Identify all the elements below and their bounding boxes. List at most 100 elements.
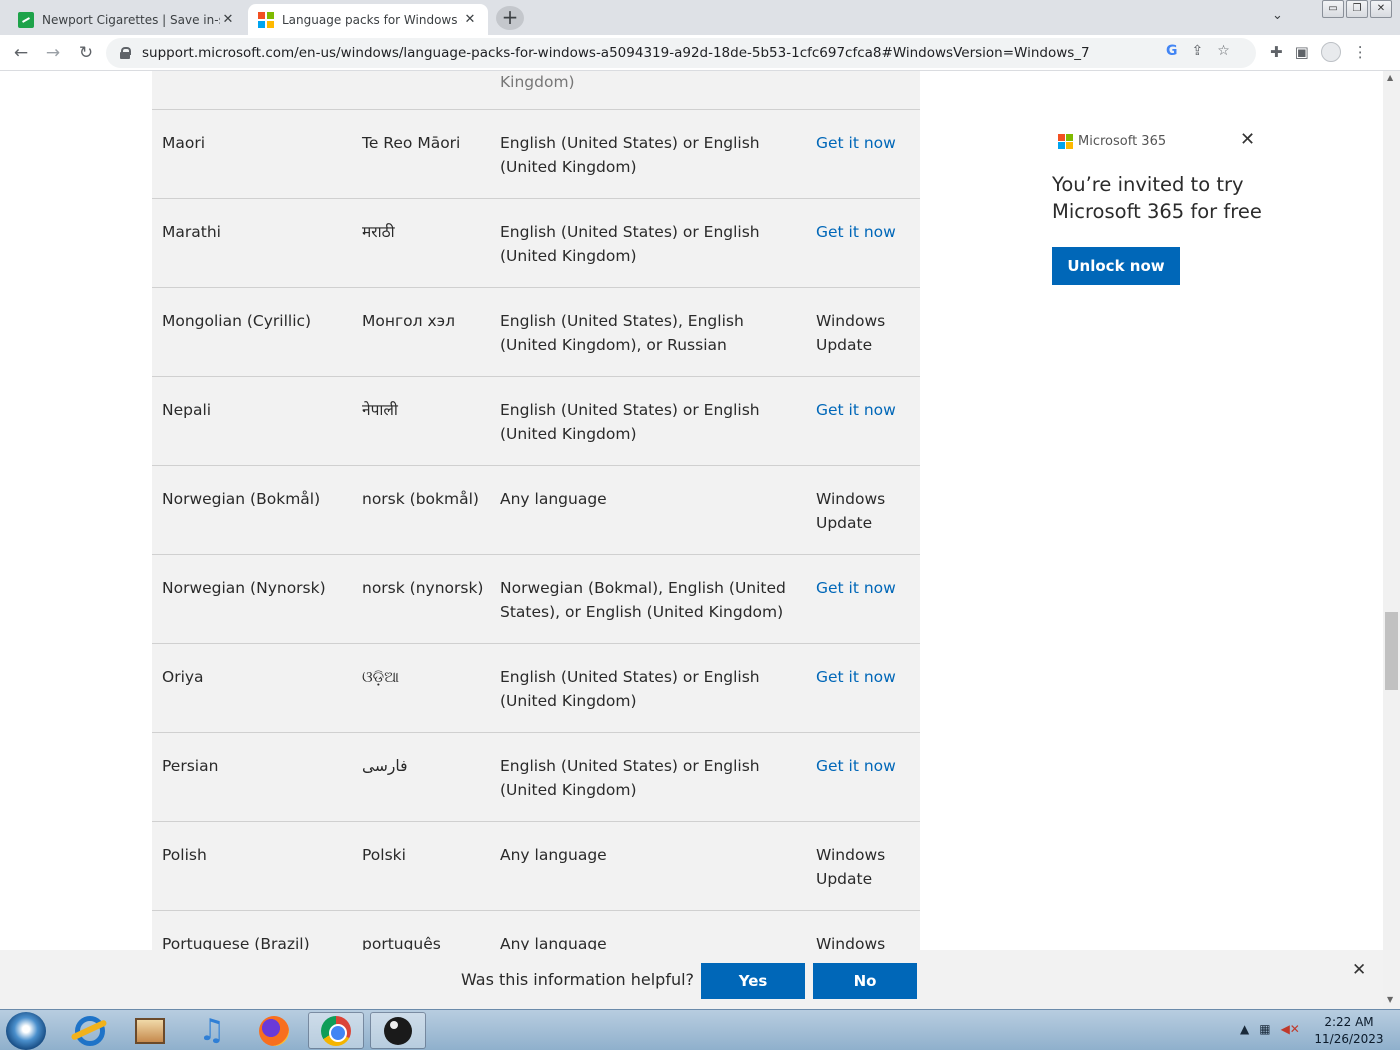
language-cell: Persian <box>162 757 219 775</box>
get-it-now-link[interactable]: Get it now <box>816 754 916 778</box>
feedback-close-icon[interactable]: ✕ <box>1352 960 1366 980</box>
microsoft-logo-icon <box>1058 134 1073 149</box>
reload-icon[interactable]: ↻ <box>74 41 98 65</box>
google-icon[interactable]: G <box>1166 43 1178 59</box>
language-cell: Norwegian (Bokmål) <box>162 490 321 508</box>
get-it-now-link[interactable]: Get it now <box>816 665 916 689</box>
scrollbar-thumb[interactable] <box>1385 612 1398 690</box>
get-it-now-link[interactable]: Get it now <box>816 576 916 600</box>
side-panel-icon[interactable]: ▣ <box>1295 43 1309 61</box>
native-name-cell: norsk (bokmål) <box>362 490 479 508</box>
volume-muted-icon[interactable]: ◀✕ <box>1281 1022 1300 1036</box>
language-cell: Polish <box>162 846 207 864</box>
taskbar-itunes[interactable]: ♫ <box>184 1012 240 1049</box>
ad-headline: You’re invited to try Microsoft 365 for … <box>1052 173 1262 223</box>
forward-arrow-icon[interactable]: → <box>41 41 65 65</box>
page-viewport: Kingdom) Maori Te Reo Māori English (United… <box>0 71 1383 950</box>
tab-close-icon[interactable]: ✕ <box>462 12 478 27</box>
microsoft-365-ad: Microsoft 365 ✕ You’re invited to try Mi… <box>1040 121 1270 285</box>
tab-strip: Newport Cigarettes | Save in-sto ✕ Langu… <box>0 0 1400 35</box>
taskbar-firefox[interactable] <box>246 1012 302 1049</box>
bookmark-star-icon[interactable]: ☆ <box>1217 43 1230 59</box>
availability-cell: Windows Update <box>816 935 886 950</box>
close-window-button[interactable]: ✕ <box>1370 0 1392 18</box>
feedback-question: Was this information helpful? <box>461 970 695 989</box>
base-language-cell: Any language <box>500 490 607 508</box>
get-it-now-link[interactable]: Get it now <box>816 398 916 422</box>
base-language-cell: English (United States) or English (Unit… <box>500 401 760 443</box>
taskbar-app[interactable] <box>370 1012 426 1049</box>
address-bar[interactable]: support.microsoft.com/en-us/windows/lang… <box>106 38 1256 68</box>
native-name-cell: नेपाली <box>362 401 398 419</box>
unlock-now-button[interactable]: Unlock now <box>1052 247 1180 285</box>
table-row: Oriya ଓଡ଼ିଆ English (United States) or Eng… <box>152 644 920 733</box>
base-language-cell: English (United States) or English (Unit… <box>500 134 760 176</box>
omnibox-actions: G ⇪ ☆ <box>1166 43 1230 59</box>
start-button[interactable] <box>6 1012 46 1050</box>
feedback-no-button[interactable]: No <box>813 963 917 999</box>
native-name-cell: मराठी <box>362 223 395 241</box>
get-it-now-link[interactable]: Get it now <box>816 131 916 155</box>
url-text[interactable]: support.microsoft.com/en-us/windows/lang… <box>142 45 1090 61</box>
taskbar-chrome[interactable] <box>308 1012 364 1049</box>
minimize-button[interactable]: ▭ <box>1322 0 1344 18</box>
internet-explorer-icon <box>75 1015 105 1046</box>
taskbar-media-center[interactable] <box>122 1012 178 1049</box>
kebab-menu-icon[interactable]: ⋮ <box>1353 43 1368 61</box>
ad-close-icon[interactable]: ✕ <box>1240 129 1255 150</box>
tab-language-packs[interactable]: Language packs for Windows - M ✕ <box>248 4 488 35</box>
base-language-cell: Any language <box>500 846 607 864</box>
language-cell: Norwegian (Nynorsk) <box>162 579 326 597</box>
base-language-cell: Norwegian (Bokmal), English (United Stat… <box>500 579 786 621</box>
native-name-cell: ଓଡ଼ିଆ <box>362 668 400 686</box>
native-name-cell: Te Reo Māori <box>362 134 461 152</box>
language-cell: Mongolian (Cyrillic) <box>162 312 312 330</box>
share-icon[interactable]: ⇪ <box>1192 43 1204 59</box>
scroll-up-arrow-icon[interactable]: ▲ <box>1387 73 1393 82</box>
language-cell: Nepali <box>162 401 212 419</box>
native-name-cell: Монгол хэл <box>362 312 456 330</box>
availability-cell: Windows Update <box>816 490 886 532</box>
back-arrow-icon[interactable]: ← <box>9 41 33 65</box>
language-cell: Portuguese (Brazil) <box>162 935 310 950</box>
table-row: Maori Te Reo Māori English (United States)… <box>152 110 920 199</box>
taskbar-internet-explorer[interactable] <box>62 1012 118 1049</box>
get-it-now-link[interactable]: Get it now <box>816 220 916 244</box>
tab-newport[interactable]: Newport Cigarettes | Save in-sto ✕ <box>8 4 246 35</box>
language-packs-table: Kingdom) Maori Te Reo Māori English (United… <box>152 71 920 950</box>
feedback-yes-button[interactable]: Yes <box>701 963 805 999</box>
show-hidden-icons-icon[interactable]: ▲ <box>1240 1022 1249 1036</box>
firefox-icon <box>259 1015 289 1046</box>
network-icon[interactable]: ▦ <box>1259 1022 1270 1036</box>
lock-icon[interactable] <box>120 47 131 59</box>
extensions-puzzle-icon[interactable]: ✚ <box>1270 43 1283 61</box>
table-row: Norwegian (Bokmål) norsk (bokmål) Any lang… <box>152 466 920 555</box>
language-cell: Maori <box>162 134 206 152</box>
base-language-cell: English (United States) or English (Unit… <box>500 757 760 799</box>
tab-close-icon[interactable]: ✕ <box>220 12 236 27</box>
table-row: Nepali नेपाली English (United States) or E… <box>152 377 920 466</box>
table-row: Marathi मराठी English (United States) or E… <box>152 199 920 288</box>
restore-button[interactable]: ❐ <box>1346 0 1368 18</box>
table-row: Polish Polski Any language Windows Update <box>152 822 920 911</box>
microsoft-favicon-icon <box>258 11 274 28</box>
base-language-cell: Any language <box>500 935 607 950</box>
profile-avatar-icon[interactable] <box>1320 42 1341 62</box>
base-language-cell: Kingdom) <box>500 73 575 91</box>
app-icon <box>384 1016 412 1045</box>
language-cell: Marathi <box>162 223 221 241</box>
tab-search-chevron-icon[interactable]: ⌄ <box>1272 8 1283 23</box>
windows-taskbar: ♫ ▲ ▦ ◀✕ 2:22 AM 11/26/2023 <box>0 1009 1400 1050</box>
clock-time: 2:22 AM <box>1324 1015 1374 1029</box>
table-row: Persian فارسی English (United States) or E… <box>152 733 920 822</box>
new-tab-button[interactable]: + <box>496 6 524 30</box>
tab-title: Language packs for Windows - M <box>282 12 462 27</box>
native-name-cell: فارسی <box>362 757 408 775</box>
feedback-bar: Was this information helpful? Yes No ✕ <box>0 950 1383 1009</box>
table-row: Kingdom) <box>152 71 920 110</box>
taskbar-clock[interactable]: 2:22 AM 11/26/2023 <box>1312 1014 1386 1048</box>
table-row: Mongolian (Cyrillic) Монгол хэл English (U… <box>152 288 920 377</box>
native-name-cell: português <box>362 935 441 950</box>
scroll-down-arrow-icon[interactable]: ▼ <box>1387 995 1393 1004</box>
page-scrollbar[interactable]: ▲ ▼ <box>1383 71 1400 1009</box>
